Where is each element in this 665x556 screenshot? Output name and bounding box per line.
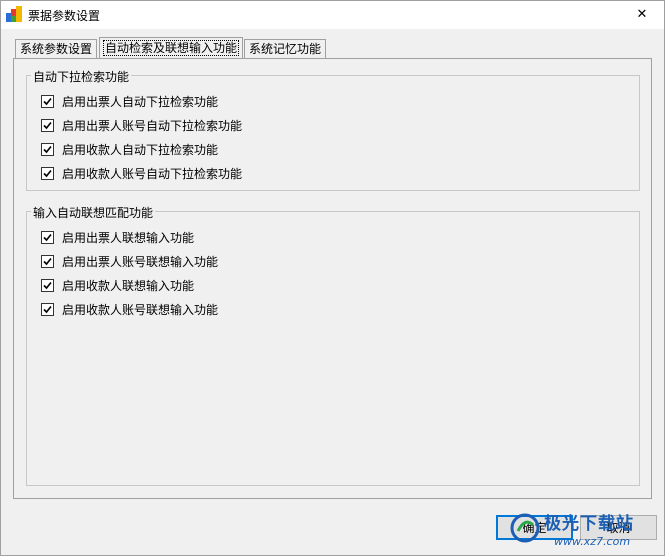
checkbox[interactable] — [41, 142, 54, 156]
check-icon — [43, 97, 52, 105]
checkbox-payee-account-association[interactable]: 启用收款人账号联想输入功能 — [41, 301, 218, 317]
watermark-url: www.xz7.com — [554, 535, 631, 548]
group-title: 输入自动联想匹配功能 — [31, 204, 156, 221]
check-icon — [43, 169, 52, 177]
dropdown-search-group: 自动下拉检索功能 启用出票人自动下拉检索功能 启用出票人账号自动下拉检索功能 启… — [26, 68, 640, 191]
tab-label: 系统记忆功能 — [249, 42, 322, 56]
checkbox-label: 启用出票人自动下拉检索功能 — [62, 94, 219, 109]
check-icon — [43, 305, 52, 313]
checkbox[interactable] — [41, 118, 54, 132]
checkbox[interactable] — [41, 254, 54, 268]
watermark: 极光下载站 www.xz7.com — [506, 507, 656, 551]
auto-association-group: 输入自动联想匹配功能 启用出票人联想输入功能 启用出票人账号联想输入功能 启用收… — [26, 204, 640, 486]
checkbox[interactable] — [41, 166, 54, 180]
tab-system-params[interactable]: 系统参数设置 — [15, 39, 98, 58]
dialog-window: 票据参数设置 ✕ 系统参数设置 自动检索及联想输入功能 系统记忆功能 自动下拉检… — [0, 0, 665, 556]
check-icon — [43, 233, 52, 241]
tab-memory[interactable]: 系统记忆功能 — [244, 39, 327, 58]
tab-label: 系统参数设置 — [20, 42, 93, 56]
checkbox[interactable] — [41, 302, 54, 316]
checkbox-label: 启用收款人账号自动下拉检索功能 — [62, 166, 243, 181]
check-icon — [43, 121, 52, 129]
checkbox-payee-account-dropdown[interactable]: 启用收款人账号自动下拉检索功能 — [41, 165, 242, 181]
checkbox[interactable] — [41, 94, 54, 108]
checkbox-drawer-account-dropdown[interactable]: 启用出票人账号自动下拉检索功能 — [41, 117, 242, 133]
window-title: 票据参数设置 — [28, 9, 101, 23]
watermark-title: 极光下载站 — [544, 514, 634, 534]
tab-panel: 自动下拉检索功能 启用出票人自动下拉检索功能 启用出票人账号自动下拉检索功能 启… — [13, 58, 652, 499]
group-title: 自动下拉检索功能 — [31, 68, 132, 85]
checkbox-drawer-account-association[interactable]: 启用出票人账号联想输入功能 — [41, 253, 218, 269]
checkbox-drawer-dropdown[interactable]: 启用出票人自动下拉检索功能 — [41, 93, 218, 109]
checkbox-label: 启用收款人账号联想输入功能 — [62, 302, 219, 317]
checkbox-label: 启用出票人联想输入功能 — [62, 230, 195, 245]
watermark-logo-icon — [510, 513, 540, 543]
title-bar[interactable]: 票据参数设置 ✕ — [1, 1, 664, 29]
check-icon — [43, 145, 52, 153]
checkbox-label: 启用收款人联想输入功能 — [62, 278, 195, 293]
checkbox-payee-dropdown[interactable]: 启用收款人自动下拉检索功能 — [41, 141, 218, 157]
app-icon — [6, 6, 22, 22]
check-icon — [43, 281, 52, 289]
checkbox-label: 启用出票人账号自动下拉检索功能 — [62, 118, 243, 133]
checkbox-label: 启用出票人账号联想输入功能 — [62, 254, 219, 269]
tab-label: 自动检索及联想输入功能 — [102, 40, 240, 56]
checkbox[interactable] — [41, 230, 54, 244]
checkbox-payee-association[interactable]: 启用收款人联想输入功能 — [41, 277, 194, 293]
close-icon: ✕ — [636, 6, 648, 22]
checkbox[interactable] — [41, 278, 54, 292]
tab-auto-search[interactable]: 自动检索及联想输入功能 — [99, 37, 244, 58]
checkbox-label: 启用收款人自动下拉检索功能 — [62, 142, 219, 157]
checkbox-drawer-association[interactable]: 启用出票人联想输入功能 — [41, 229, 194, 245]
close-button[interactable]: ✕ — [628, 3, 656, 25]
check-icon — [43, 257, 52, 265]
